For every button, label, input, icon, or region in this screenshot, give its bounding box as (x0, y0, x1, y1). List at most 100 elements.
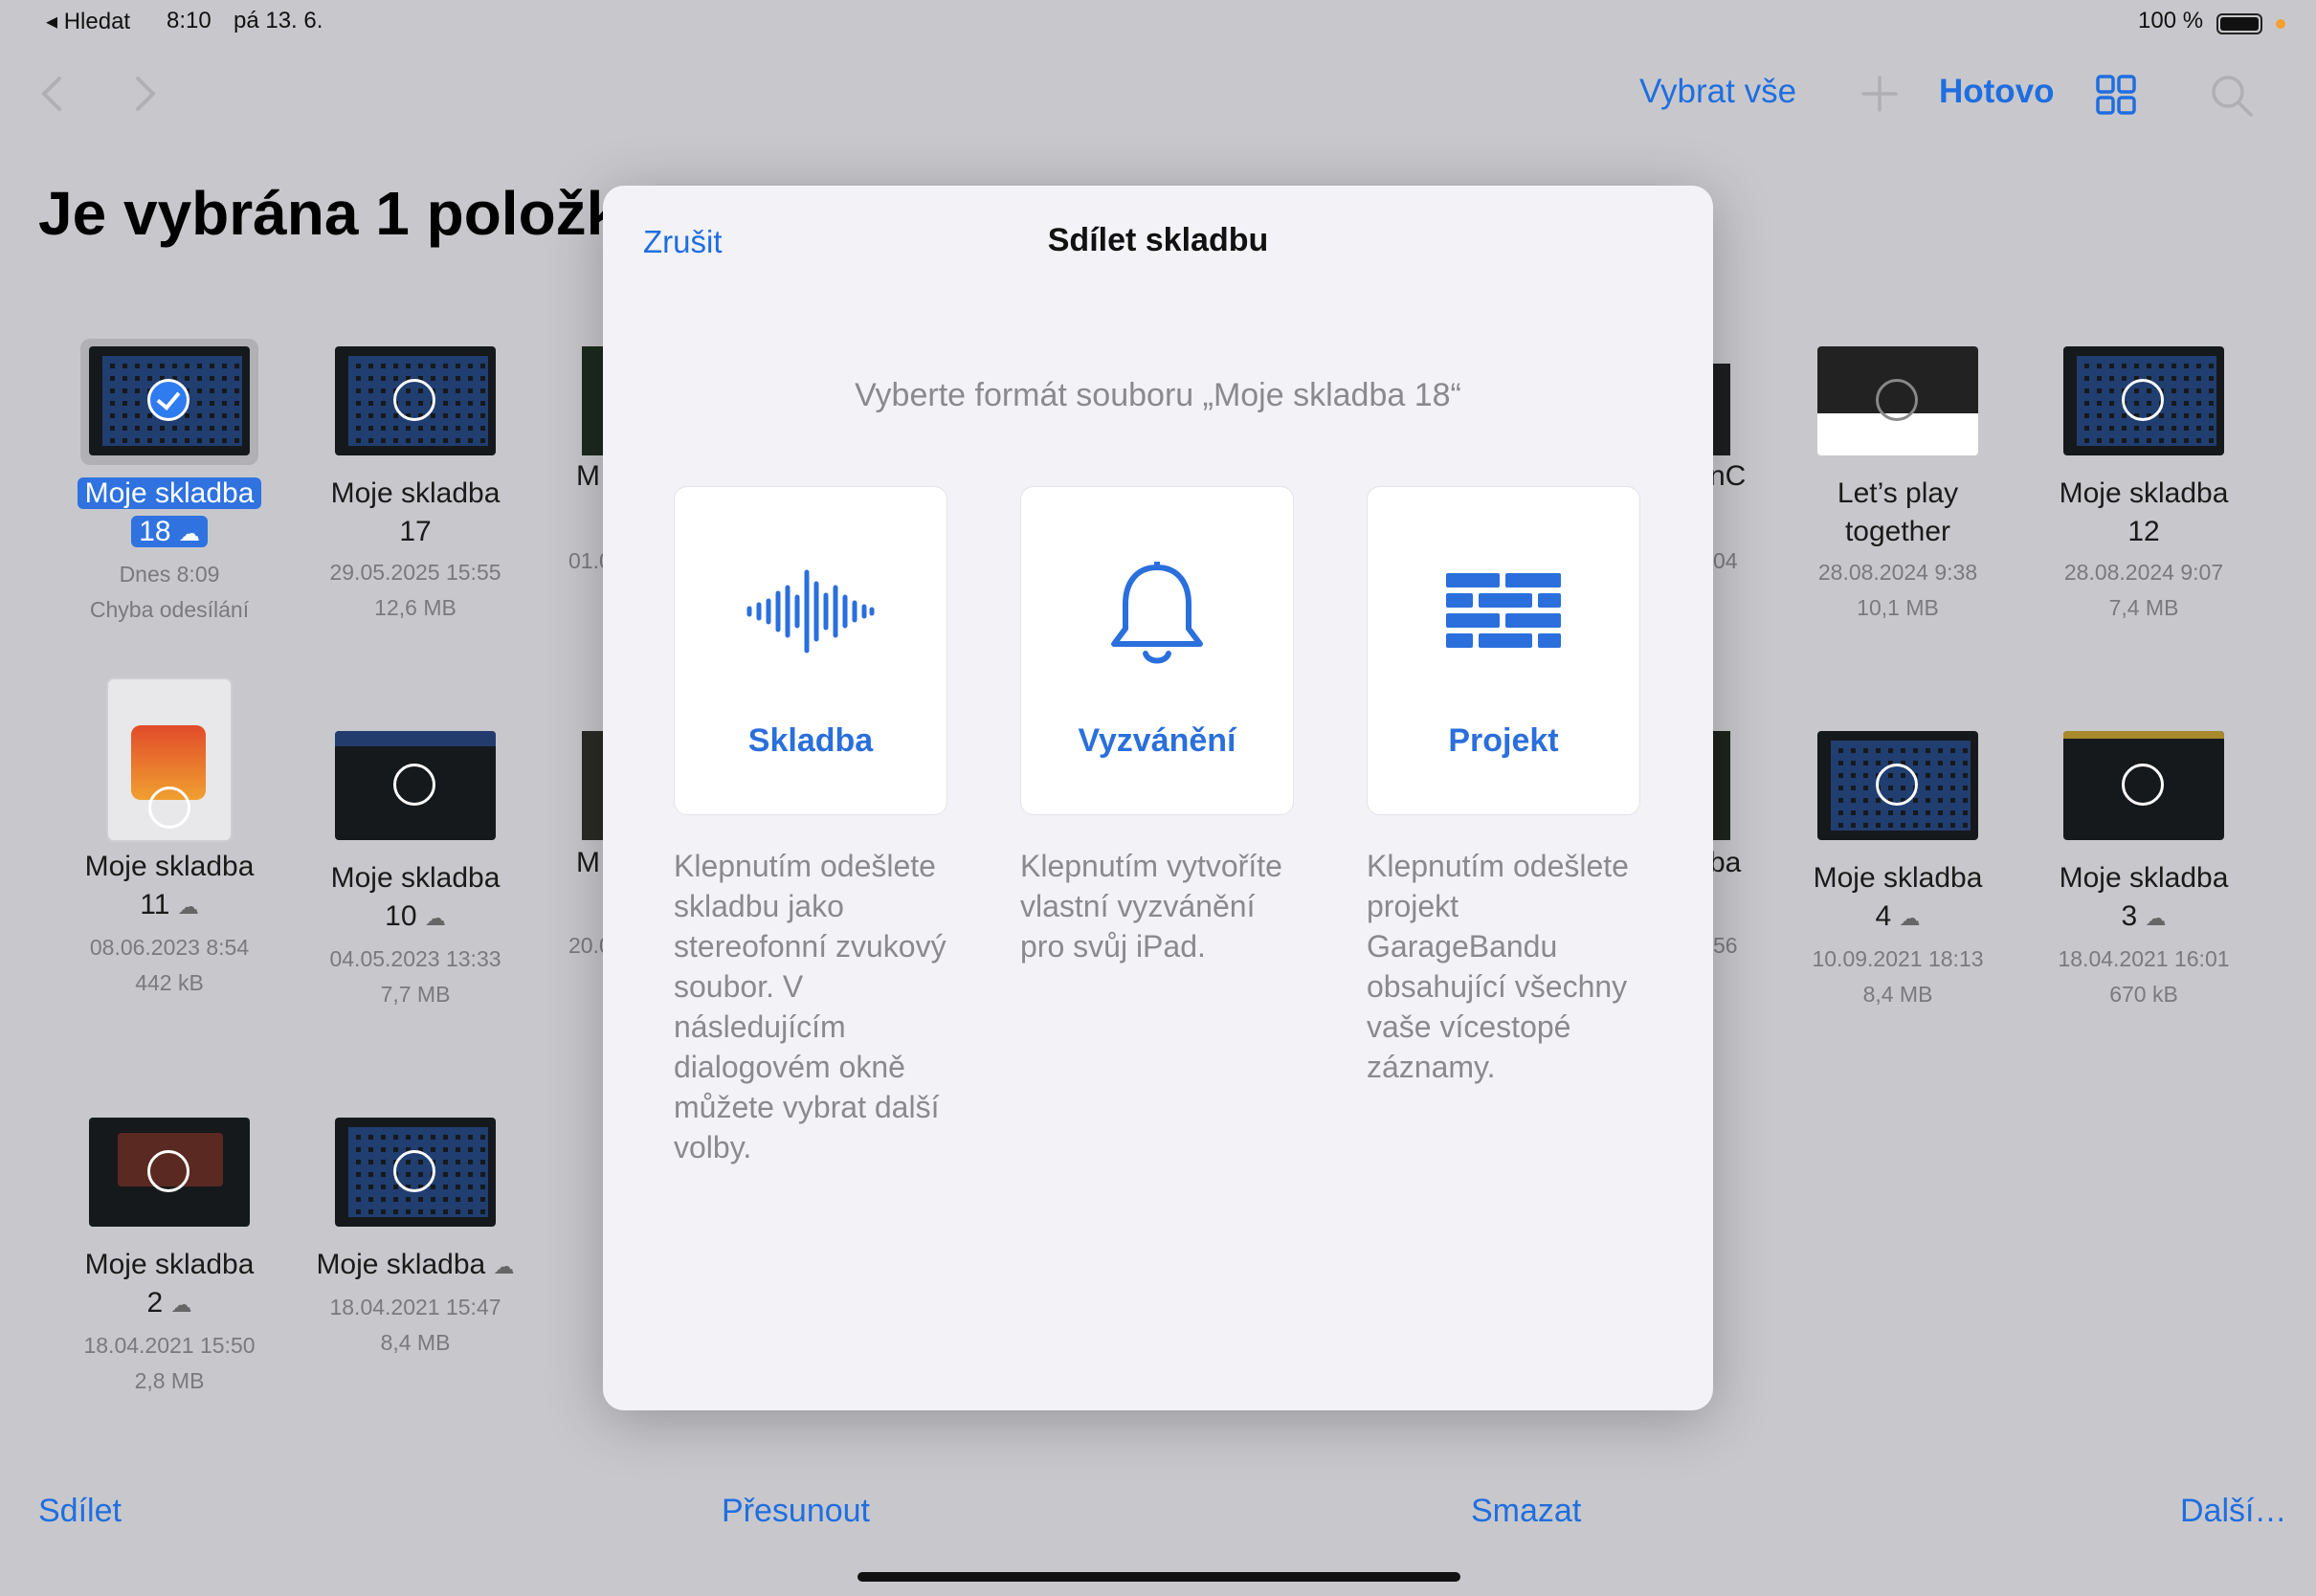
song-thumbnail (2063, 731, 2224, 840)
checkmark-icon (147, 379, 189, 421)
song-format-description: Klepnutím odešlete skladbu jako stereofo… (674, 849, 946, 1164)
file-item[interactable]: Moje skladba 18 ☁ Dnes 8:09 Chyba odesílá… (45, 346, 294, 628)
file-name-line2: 4 (1875, 900, 1892, 932)
partial-file-name: M (576, 847, 600, 878)
file-name: Moje skladba (330, 477, 501, 509)
song-thumbnail (89, 1118, 250, 1227)
file-size: 442 kB (135, 970, 204, 995)
share-song-dialog: Sdílet skladbu Zrušit Vyberte formát sou… (603, 186, 1713, 1410)
partial-file-name: nC (1709, 460, 1747, 492)
cloud-download-icon[interactable]: ☁ (178, 895, 199, 919)
more-button[interactable]: Další… (2180, 1493, 2286, 1530)
file-date: 18.04.2021 15:47 (329, 1295, 501, 1319)
partial-thumbnail (582, 346, 603, 455)
file-size: 670 kB (2109, 982, 2178, 1007)
select-circle-icon[interactable] (148, 787, 190, 829)
file-item[interactable]: Moje skladba 10 ☁ 04.05.2023 13:33 7,7 MB (291, 731, 540, 1012)
song-thumbnail (335, 731, 496, 840)
file-item[interactable]: Moje skladba 3 ☁ 18.04.2021 16:01 670 kB (2019, 731, 2268, 1012)
select-circle-icon[interactable] (1876, 379, 1918, 421)
file-date: 28.08.2024 9:38 (1817, 560, 1978, 585)
file-item[interactable]: Moje skladba 17 29.05.2025 15:55 12,6 MB (291, 346, 540, 626)
file-size: 8,4 MB (380, 1330, 451, 1355)
partial-file-name: M (576, 460, 600, 492)
select-all-button[interactable]: Vybrat vše (1639, 73, 1796, 111)
file-date: 18.04.2021 16:01 (2058, 946, 2230, 971)
project-format-description: Klepnutím odešlete projekt GarageBandu o… (1367, 849, 1629, 1084)
cloud-download-icon[interactable]: ☁ (494, 1254, 515, 1278)
file-item[interactable]: Moje skladba ☁ 18.04.2021 15:47 8,4 MB (291, 1118, 540, 1361)
file-item[interactable]: Moje skladba 11 ☁ 08.06.2023 8:54 442 kB (45, 677, 294, 1001)
file-name: Moje skladba (2059, 477, 2229, 509)
share-button[interactable]: Sdílet (38, 1493, 122, 1530)
status-back-app[interactable]: ◂ Hledat (46, 8, 130, 35)
select-circle-icon[interactable] (2122, 764, 2164, 806)
file-item[interactable]: Moje skladba 12 28.08.2024 9:07 7,4 MB (2019, 346, 2268, 626)
file-name: Moje skladba (77, 477, 262, 509)
add-icon[interactable] (1860, 75, 1899, 113)
cancel-button[interactable]: Zrušit (643, 224, 723, 260)
cloud-icon: ☁ (178, 521, 200, 545)
partial-file-date: 04 (1713, 548, 1738, 573)
file-name: Moje skladba (330, 862, 501, 894)
file-name: Moje skladba (1813, 862, 1983, 894)
dialog-title: Sdílet skladbu (1047, 222, 1269, 258)
file-name: Moje skladba (2059, 862, 2229, 894)
partial-thumbnail (1713, 364, 1730, 455)
file-name: Let’s play (1837, 477, 1959, 509)
ringtone-format-description: Klepnutím vytvoříte vlastní vyzvánění pr… (1020, 849, 1282, 964)
grid-view-icon[interactable] (2096, 75, 2136, 115)
search-icon[interactable] (2209, 73, 2255, 119)
select-circle-icon[interactable] (393, 379, 435, 421)
select-circle-icon[interactable] (147, 1150, 189, 1192)
battery-percent: 100 % (2138, 8, 2204, 33)
file-name: Moje skladba (316, 1249, 486, 1280)
file-date: 28.08.2024 9:07 (2063, 560, 2224, 585)
file-date: 29.05.2025 15:55 (329, 560, 501, 585)
partial-thumbnail (582, 731, 603, 840)
cloud-download-icon[interactable]: ☁ (171, 1293, 192, 1317)
file-size: 8,4 MB (1862, 982, 1933, 1007)
file-item[interactable]: Let’s play together 28.08.2024 9:38 10,1 … (1773, 346, 2022, 626)
select-circle-icon[interactable] (2122, 379, 2164, 421)
bricks-icon (1368, 554, 1639, 669)
cloud-download-icon[interactable]: ☁ (2146, 906, 2167, 930)
file-size: 10,1 MB (1857, 595, 1939, 620)
project-format-card[interactable]: Projekt (1367, 486, 1640, 815)
cloud-download-icon[interactable]: ☁ (425, 906, 446, 930)
project-format-label: Projekt (1448, 722, 1559, 759)
file-item[interactable]: Moje skladba 2 ☁ 18.04.2021 15:50 2,8 MB (45, 1118, 294, 1399)
file-size: 12,6 MB (374, 595, 457, 620)
move-button[interactable]: Přesunout (722, 1493, 870, 1530)
file-name-line2: together (1844, 516, 1951, 547)
file-item[interactable]: Moje skladba 4 ☁ 10.09.2021 18:13 8,4 MB (1773, 731, 2022, 1012)
home-indicator[interactable] (857, 1572, 1460, 1582)
page-title: Je vybrána 1 položka (38, 179, 655, 248)
song-thumbnail (2063, 346, 2224, 455)
file-name-line2: 10 (385, 900, 417, 932)
select-circle-icon[interactable] (393, 1150, 435, 1192)
dialog-subtitle: Vyberte formát souboru „Moje skladba 18“ (855, 377, 1461, 413)
back-chevron-icon[interactable] (34, 71, 73, 117)
ringtone-format-card[interactable]: Vyzvánění (1020, 486, 1294, 815)
partial-file-date: 56 (1713, 933, 1738, 958)
battery-icon (2216, 13, 2262, 34)
file-name-line2: 2 (146, 1287, 164, 1319)
file-date: 04.05.2023 13:33 (329, 946, 501, 971)
song-format-card[interactable]: Skladba (674, 486, 947, 815)
status-time: 8:10 (167, 8, 212, 33)
done-button[interactable]: Hotovo (1939, 73, 2055, 111)
song-thumbnail (89, 346, 250, 455)
cloud-download-icon[interactable]: ☁ (1900, 906, 1921, 930)
select-circle-icon[interactable] (1876, 764, 1918, 806)
forward-chevron-icon[interactable] (124, 71, 163, 117)
file-size: 7,7 MB (380, 982, 451, 1007)
file-size: 2,8 MB (134, 1368, 205, 1393)
delete-button[interactable]: Smazat (1471, 1493, 1581, 1530)
partial-thumbnail (1713, 731, 1730, 840)
select-circle-icon[interactable] (393, 764, 435, 806)
file-name-line2: 3 (2121, 900, 2138, 932)
song-thumbnail (335, 1118, 496, 1227)
bell-icon (1021, 554, 1293, 669)
file-name: Moje skladba (84, 1249, 255, 1280)
